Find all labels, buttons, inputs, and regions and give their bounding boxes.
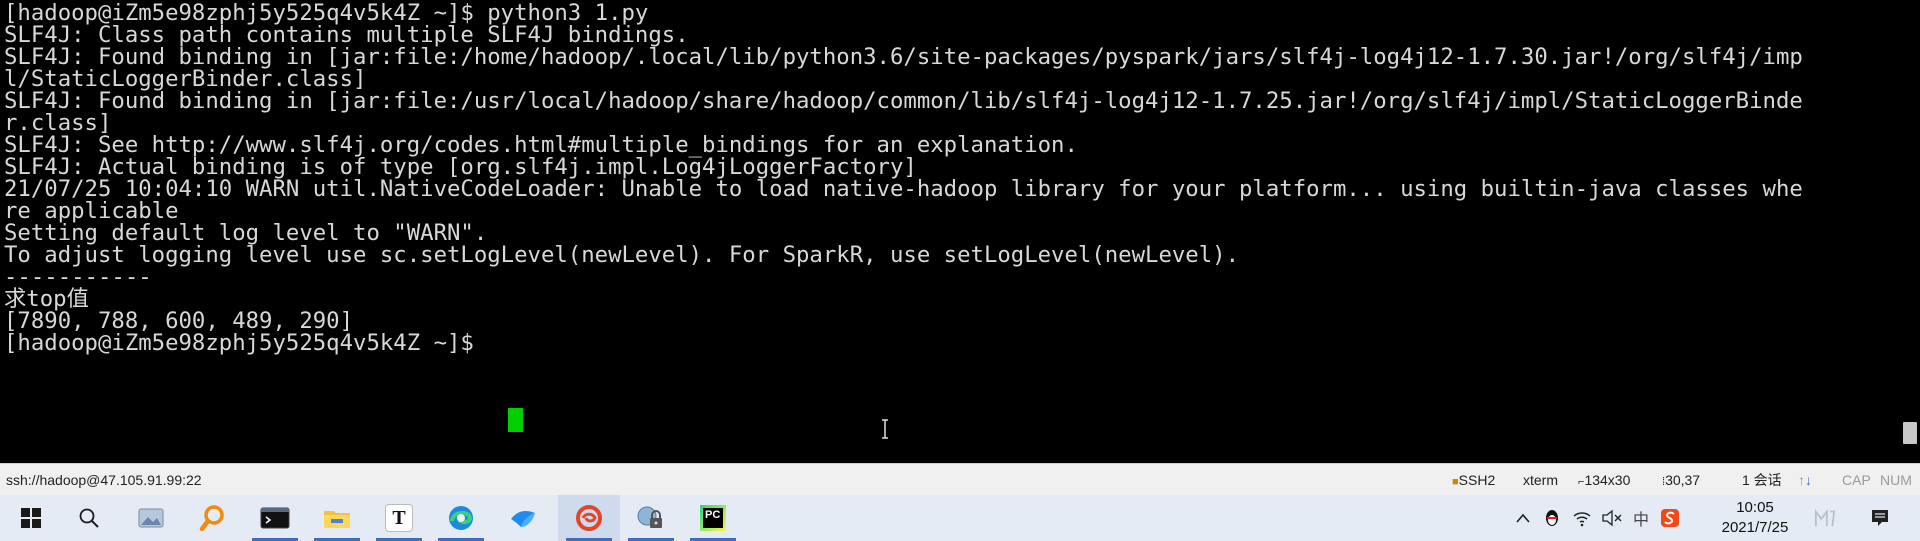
text-ibeam-cursor-icon [882, 419, 888, 439]
feishu-icon [511, 511, 535, 527]
windows-logo-icon [21, 508, 41, 528]
lock-globe-icon [637, 506, 662, 528]
app-edge[interactable] [430, 495, 492, 541]
app-vpn[interactable] [620, 495, 682, 541]
qq-penguin-icon [1546, 510, 1558, 526]
chevron-up-icon [1516, 513, 1530, 523]
sogou-input-icon [1661, 509, 1679, 527]
terminal-line: To adjust logging level use sc.setLogLev… [4, 242, 1239, 268]
wifi-icon [1573, 512, 1591, 527]
app-terminal[interactable] [244, 495, 306, 541]
app-typora[interactable]: T [368, 495, 430, 541]
search-button[interactable] [58, 495, 120, 541]
tray-network[interactable] [1568, 495, 1596, 541]
terminal-line: 21/07/25 10:04:10 WARN util.NativeCodeLo… [4, 176, 1803, 202]
upload-arrow-icon: ↑ [1798, 472, 1805, 488]
terminal-prompt: [hadoop@iZm5e98zphj5y525q4v5k4Z ~]$ [4, 330, 488, 356]
protocol-indicator: ■SSH2 [1452, 464, 1495, 498]
image-viewer-icon [138, 508, 164, 528]
clock-date: 2021/7/25 [1721, 519, 1789, 536]
magnifier-orange-icon [199, 505, 224, 532]
terminal-window[interactable]: [hadoop@iZm5e98zphj5y525q4v5k4Z ~]$ pyth… [0, 0, 1900, 463]
cursor-position: ⁞30,37 [1662, 464, 1700, 498]
brand-watermark-icon [1814, 508, 1836, 527]
terminal-line: SLF4J: Found binding in [jar:file:/usr/l… [4, 88, 1803, 114]
ime-indicator[interactable]: 中 [1628, 495, 1654, 541]
app-image-viewer[interactable] [120, 495, 182, 541]
app-xshell[interactable] [558, 495, 620, 541]
tray-volume[interactable] [1598, 495, 1626, 541]
lock-icon: ■ [1452, 476, 1459, 488]
connection-string: ssh://hadoop@47.105.91.99:22 [6, 472, 202, 488]
terminal-size: ⌐134x30 [1578, 464, 1630, 498]
cursor-position-label: 30,37 [1665, 472, 1701, 488]
app-file-explorer[interactable] [306, 495, 368, 541]
session-count: 1 会话 [1742, 472, 1782, 488]
app-search-tool[interactable] [182, 495, 244, 541]
pycharm-label: PC [703, 508, 723, 528]
folder-icon [324, 511, 350, 528]
scrollbar-thumb[interactable] [1903, 422, 1917, 444]
download-arrow-icon: ↓ [1805, 472, 1812, 488]
xshell-icon [576, 505, 602, 531]
app-feishu[interactable] [492, 495, 554, 541]
tray-qq[interactable] [1538, 495, 1566, 541]
show-hidden-icons-button[interactable] [1510, 495, 1536, 541]
action-center-button[interactable] [1862, 495, 1898, 541]
app-pycharm[interactable]: PC [682, 495, 744, 541]
notification-icon [1872, 510, 1888, 526]
tray-sogou[interactable] [1656, 495, 1684, 541]
status-bar: ssh://hadoop@47.105.91.99:22 ■SSH2 xterm… [0, 463, 1920, 495]
term-type: xterm [1523, 472, 1558, 488]
search-icon [79, 508, 99, 528]
pycharm-icon: PC [700, 505, 726, 531]
clock-time: 10:05 [1736, 499, 1774, 516]
start-button[interactable] [0, 495, 62, 541]
terminal-size-label: 134x30 [1584, 472, 1631, 488]
terminal-scrollbar[interactable] [1900, 0, 1920, 463]
caps-lock-indicator: CAP [1842, 472, 1871, 488]
transfer-arrows: ↑↓ [1798, 464, 1812, 496]
show-desktop-divider[interactable] [1814, 495, 1836, 541]
taskbar-clock[interactable]: 10:05 2021/7/25 [1700, 495, 1810, 541]
edge-icon [449, 506, 473, 530]
typora-t-icon: T [385, 504, 413, 532]
windows-taskbar: T PC 中 10:05 2021/7/25 [0, 495, 1920, 541]
protocol-label: SSH2 [1458, 472, 1496, 488]
terminal-cursor [508, 408, 523, 432]
terminal-icon [260, 507, 290, 529]
num-lock-indicator: NUM [1880, 472, 1912, 488]
volume-muted-icon [1602, 509, 1622, 527]
